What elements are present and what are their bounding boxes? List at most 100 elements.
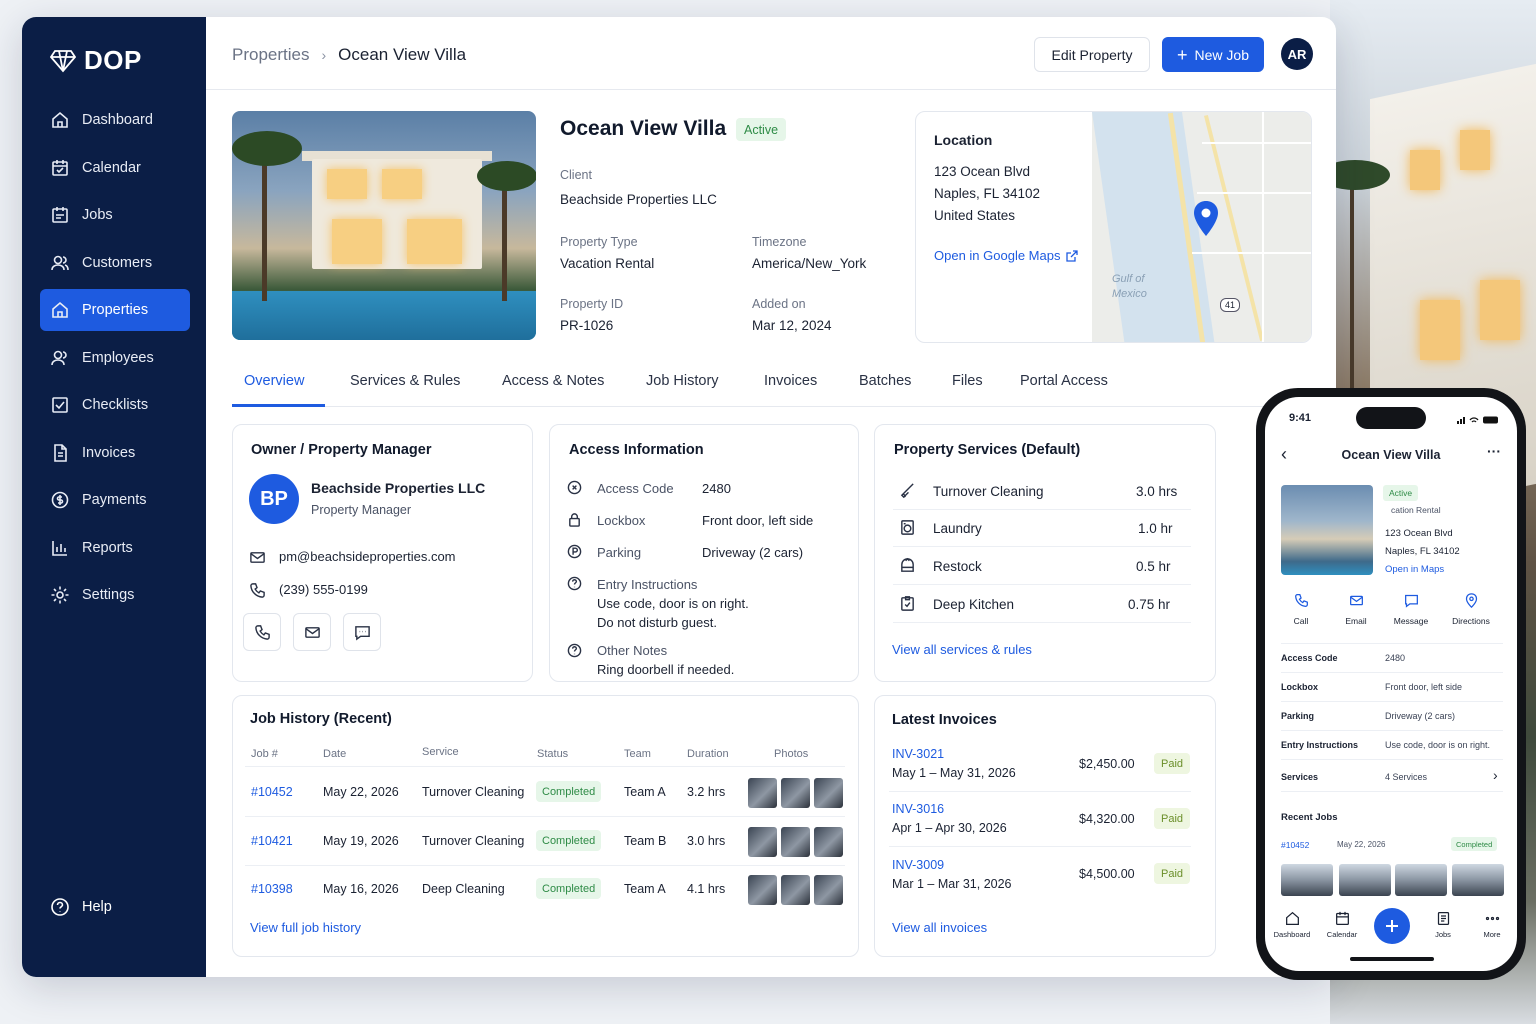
mobile-nav-calendar[interactable]: Calendar <box>1317 911 1367 939</box>
users-icon <box>51 255 69 270</box>
invoice-number[interactable]: INV-3021 <box>892 747 944 761</box>
tab-job-history[interactable]: Job History <box>646 373 719 389</box>
help-icon <box>51 898 69 916</box>
services-card: Property Services (Default) Turnover Cle… <box>874 424 1216 682</box>
status-badge: Completed <box>536 830 602 851</box>
mobile-row-label: Access Code <box>1281 653 1338 663</box>
tab-access-notes[interactable]: Access & Notes <box>502 373 604 389</box>
job-number[interactable]: #10421 <box>251 834 293 848</box>
sidebar-item-jobs[interactable]: Jobs <box>40 194 190 236</box>
job-photo[interactable] <box>781 827 810 857</box>
job-duration: 3.0 hrs <box>687 834 726 848</box>
job-photo[interactable] <box>814 875 843 905</box>
external-link-icon <box>1066 249 1079 262</box>
job-history-title: Job History (Recent) <box>250 711 392 727</box>
mobile-recent-job-date: May 22, 2026 <box>1337 840 1386 849</box>
service-duration: 0.75 hr <box>1128 597 1171 612</box>
mobile-nav-dashboard[interactable]: Dashboard <box>1267 911 1317 939</box>
call-button[interactable] <box>243 613 281 651</box>
mobile-recent-job-number[interactable]: #10452 <box>1281 840 1309 850</box>
status-badge: Paid <box>1154 863 1191 884</box>
entry-instructions-label: Entry Instructions <box>597 577 698 592</box>
breadcrumb-current: Ocean View Villa <box>338 45 467 64</box>
mobile-open-maps-link[interactable]: Open in Maps <box>1385 564 1444 575</box>
mobile-row-value[interactable]: 4 Services <box>1385 772 1427 782</box>
help-link[interactable]: Help <box>50 897 112 917</box>
mobile-message-action[interactable]: Message <box>1386 593 1436 626</box>
job-photo[interactable] <box>748 778 777 808</box>
sidebar-item-checklists[interactable]: Checklists <box>40 384 190 426</box>
mobile-add-button[interactable] <box>1374 908 1410 944</box>
mobile-nav-more[interactable]: More <box>1467 911 1517 939</box>
mobile-job-photo[interactable] <box>1339 864 1391 896</box>
tab-overview[interactable]: Overview <box>244 373 304 389</box>
new-job-button[interactable]: + New Job <box>1162 37 1264 72</box>
mobile-row-value: 2480 <box>1385 653 1406 663</box>
invoice-icon <box>54 443 67 462</box>
sidebar-item-employees[interactable]: Employees <box>40 337 190 379</box>
tab-batches[interactable]: Batches <box>859 373 911 389</box>
chevron-right-icon[interactable]: › <box>1493 767 1498 783</box>
view-all-invoices-link[interactable]: View all invoices <box>892 920 987 935</box>
owner-phone[interactable]: (239) 555-0199 <box>279 582 368 597</box>
sidebar-item-calendar[interactable]: Calendar <box>40 147 190 189</box>
edit-property-button[interactable]: Edit Property <box>1034 37 1150 72</box>
jobs-icon <box>52 207 68 223</box>
job-photo[interactable] <box>748 875 777 905</box>
chevron-right-icon: › <box>321 47 327 63</box>
restock-icon <box>901 557 914 572</box>
invoice-number[interactable]: INV-3016 <box>892 802 944 816</box>
map-pin-icon <box>1194 201 1218 236</box>
job-number[interactable]: #10452 <box>251 785 293 799</box>
column-header: Date <box>323 748 347 760</box>
job-date: May 16, 2026 <box>323 882 399 896</box>
view-full-job-history-link[interactable]: View full job history <box>250 920 361 935</box>
job-photo[interactable] <box>814 827 843 857</box>
mobile-nav-jobs[interactable]: Jobs <box>1418 911 1468 939</box>
job-number[interactable]: #10398 <box>251 882 293 896</box>
mobile-job-photo[interactable] <box>1281 864 1333 896</box>
mobile-job-photo[interactable] <box>1452 864 1504 896</box>
view-all-services-link[interactable]: View all services & rules <box>892 642 1032 657</box>
tab-invoices[interactable]: Invoices <box>764 373 817 389</box>
mobile-property-photo <box>1281 485 1373 575</box>
job-photo[interactable] <box>781 875 810 905</box>
sidebar-item-dashboard[interactable]: Dashboard <box>40 99 190 141</box>
status-time: 9:41 <box>1289 412 1312 424</box>
more-options-icon[interactable]: ··· <box>1487 443 1501 459</box>
sidebar-item-properties[interactable]: Properties <box>40 289 190 331</box>
owner-role: Property Manager <box>311 503 412 517</box>
avatar[interactable]: AR <box>1281 38 1313 70</box>
mobile-phone-mockup: 9:41 ‹ Ocean View Villa ··· Active catio… <box>1256 388 1526 980</box>
tab-portal-access[interactable]: Portal Access <box>1020 373 1108 389</box>
job-photo[interactable] <box>781 778 810 808</box>
owner-email[interactable]: pm@beachsideproperties.com <box>279 549 456 564</box>
mobile-directions-action[interactable]: Directions <box>1446 593 1496 626</box>
mobile-call-action[interactable]: Call <box>1276 593 1326 626</box>
sidebar-item-customers[interactable]: Customers <box>40 242 190 284</box>
invoices-title: Latest Invoices <box>892 712 997 728</box>
map[interactable]: Gulf of Mexico 41 <box>1092 112 1311 342</box>
job-date: May 22, 2026 <box>323 785 399 799</box>
email-button[interactable] <box>293 613 331 651</box>
diamond-icon <box>50 49 76 72</box>
sidebar-item-invoices[interactable]: Invoices <box>40 432 190 474</box>
mobile-row-label: Entry Instructions <box>1281 740 1359 750</box>
invoice-number[interactable]: INV-3009 <box>892 858 944 872</box>
google-maps-link[interactable]: Open in Google Maps <box>934 248 1079 263</box>
tab-files[interactable]: Files <box>952 373 983 389</box>
location-pin-icon <box>1465 593 1477 608</box>
sidebar-item-label: Dashboard <box>82 112 153 128</box>
logo[interactable]: DOP <box>50 45 142 76</box>
sidebar-item-settings[interactable]: Settings <box>40 574 190 616</box>
mobile-job-photo[interactable] <box>1395 864 1447 896</box>
job-photo[interactable] <box>748 827 777 857</box>
mobile-row-label[interactable]: Services <box>1281 772 1318 782</box>
sidebar-item-reports[interactable]: Reports <box>40 527 190 569</box>
tab-services-rules[interactable]: Services & Rules <box>350 373 460 389</box>
breadcrumb-properties[interactable]: Properties <box>232 45 309 65</box>
sidebar-item-payments[interactable]: Payments <box>40 479 190 521</box>
mobile-email-action[interactable]: Email <box>1331 593 1381 626</box>
message-button[interactable] <box>343 613 381 651</box>
job-photo[interactable] <box>814 778 843 808</box>
